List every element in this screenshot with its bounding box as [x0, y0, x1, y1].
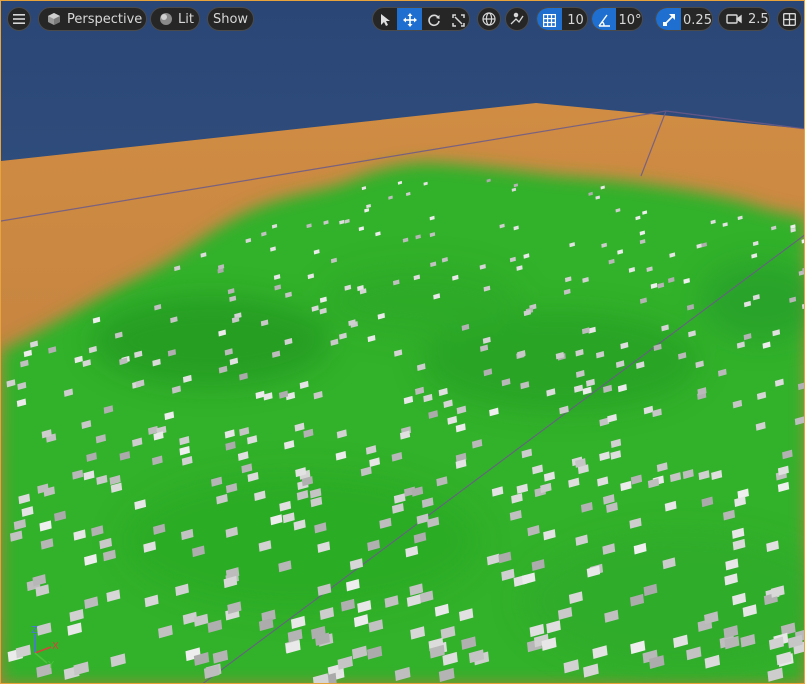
- surface-snapping-button[interactable]: [505, 7, 529, 31]
- grid-snap-toggle[interactable]: [537, 8, 562, 30]
- scale-snap-group: 0.25: [655, 7, 713, 31]
- show-menu-label: Show: [212, 11, 249, 27]
- scale-snap-value: 0.25: [683, 12, 712, 28]
- rotation-snap-value-dropdown[interactable]: 10°: [616, 8, 642, 30]
- camera-icon: [726, 13, 742, 25]
- world-globe-icon: [482, 12, 496, 26]
- viewport-menu-button[interactable]: [7, 7, 31, 31]
- scale-mode-button[interactable]: [446, 8, 469, 30]
- grid-snap-value-dropdown[interactable]: 10: [562, 8, 587, 30]
- rotate-mode-button[interactable]: [422, 8, 446, 30]
- translate-mode-button[interactable]: [397, 8, 422, 30]
- rotation-snap-value: 10°: [618, 12, 642, 28]
- rotation-snap-group: 10°: [591, 7, 643, 31]
- angle-icon: [597, 14, 611, 27]
- coordinate-system-button[interactable]: [477, 7, 501, 31]
- scale-snap-value-dropdown[interactable]: 0.25: [681, 8, 712, 30]
- axis-y-label: Y: [47, 660, 55, 671]
- select-mode-button[interactable]: [373, 8, 397, 30]
- grid-snap-value: 10: [567, 12, 584, 28]
- scale-snap-toggle[interactable]: [656, 8, 681, 30]
- axis-indicator: Z X Y: [31, 625, 59, 671]
- view-mode-label: Perspective: [67, 11, 143, 27]
- viewport-layout-button[interactable]: [777, 7, 802, 31]
- show-menu-button[interactable]: Show: [207, 7, 254, 31]
- lit-sphere-icon: [159, 12, 173, 26]
- rotate-icon: [427, 13, 441, 27]
- lighting-mode-button[interactable]: Lit: [150, 7, 200, 31]
- view-mode-button[interactable]: Perspective: [38, 7, 147, 31]
- maximize-grid-icon: [783, 12, 796, 26]
- camera-speed-value: 2.5: [748, 11, 769, 27]
- lighting-mode-label: Lit: [178, 11, 194, 27]
- perspective-cube-icon: [47, 12, 61, 26]
- viewport-scene[interactable]: [1, 1, 805, 684]
- grid-icon: [543, 13, 556, 27]
- axis-x-label: X: [52, 641, 59, 652]
- viewport-toolbar: Perspective Lit Show 10 10° 0.25 2.5: [7, 7, 802, 33]
- level-viewport[interactable]: Perspective Lit Show 10 10° 0.25 2.5 Z X…: [0, 0, 805, 684]
- scale-icon: [451, 13, 465, 27]
- axis-z-label: Z: [31, 625, 38, 636]
- hamburger-menu-icon: [13, 14, 25, 24]
- move-arrows-icon: [402, 13, 417, 27]
- surface-snap-icon: [510, 12, 524, 26]
- transform-tools-group: [372, 7, 470, 31]
- scale-snap-icon: [662, 13, 675, 27]
- rotation-snap-toggle[interactable]: [592, 8, 616, 30]
- select-arrow-icon: [379, 13, 391, 27]
- camera-speed-button[interactable]: 2.5: [718, 7, 770, 31]
- grid-snap-group: 10: [536, 7, 588, 31]
